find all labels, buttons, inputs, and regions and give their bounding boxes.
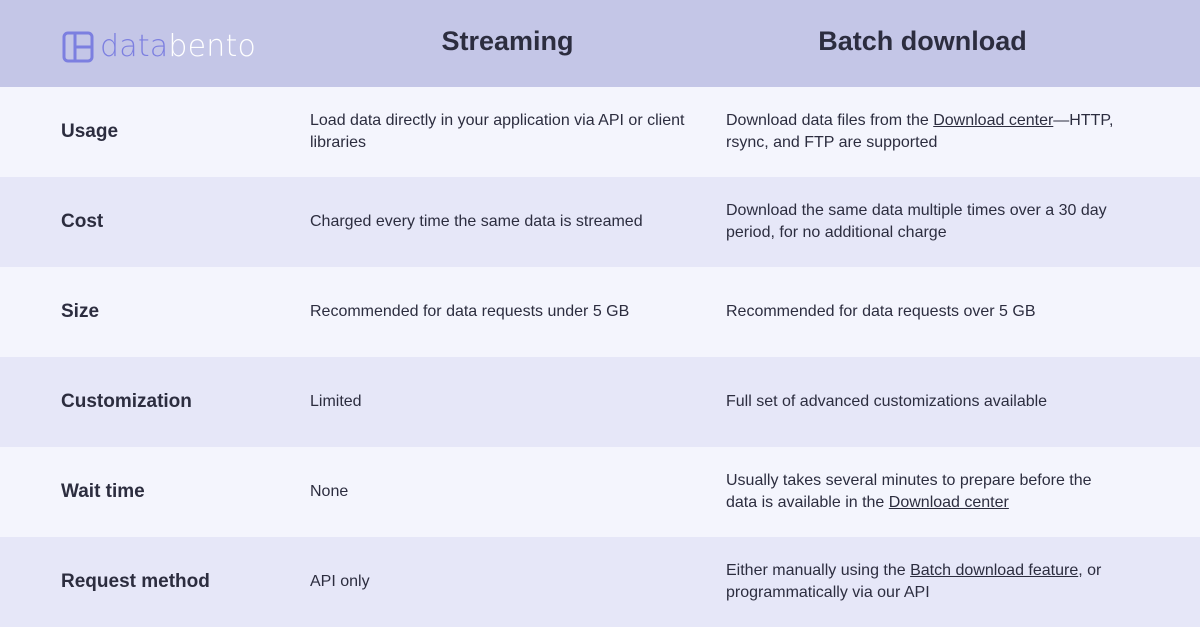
batch-cell: Recommended for data requests over 5 GB <box>726 267 1126 357</box>
cell-text: Either manually using the Batch download… <box>726 560 1126 604</box>
table-row: Wait time None Usually takes several min… <box>0 447 1200 537</box>
streaming-cell: API only <box>310 537 690 627</box>
logo-text-data: data <box>100 29 169 64</box>
cell-text: Download the same data multiple times ov… <box>726 202 1107 241</box>
cell-text: Download data files from the Download ce… <box>726 110 1126 154</box>
table-row: Customization Limited Full set of advanc… <box>0 357 1200 447</box>
row-label: Customization <box>61 391 192 412</box>
cell-text: Usually takes several minutes to prepare… <box>726 470 1126 514</box>
table-header: databento Streaming Batch download <box>0 0 1200 87</box>
streaming-cell: Charged every time the same data is stre… <box>310 177 690 267</box>
batch-cell: Download the same data multiple times ov… <box>726 177 1126 267</box>
table-body: Usage Load data directly in your applica… <box>0 87 1200 627</box>
databento-logo: databento <box>62 31 256 63</box>
cell-text: API only <box>310 573 370 590</box>
row-label: Size <box>61 301 100 322</box>
streaming-cell: Limited <box>310 357 690 447</box>
cell-text-part: Download data files from the <box>726 112 934 129</box>
batch-cell: Either manually using the Batch download… <box>726 537 1126 627</box>
table-row: Request method API only Either manually … <box>0 537 1200 627</box>
cell-text: Limited <box>310 393 362 410</box>
table-row: Size Recommended for data requests under… <box>0 267 1200 357</box>
table-row: Usage Load data directly in your applica… <box>0 87 1200 177</box>
batch-download-feature-link[interactable]: Batch download feature <box>910 562 1078 579</box>
cell-text: Recommended for data requests under 5 GB <box>310 303 630 320</box>
streaming-cell: None <box>310 447 690 537</box>
row-label: Cost <box>61 211 104 232</box>
logo-wordmark: databento <box>100 32 256 62</box>
cell-text-part: Either manually using the <box>726 562 911 579</box>
batch-cell: Usually takes several minutes to prepare… <box>726 447 1126 537</box>
batch-cell: Download data files from the Download ce… <box>726 87 1126 177</box>
column-header-batch-download: Batch download <box>818 26 1027 56</box>
row-label: Request method <box>61 571 210 592</box>
cell-text: Recommended for data requests over 5 GB <box>726 303 1036 320</box>
cell-text: None <box>310 483 349 500</box>
streaming-cell: Load data directly in your application v… <box>310 87 690 177</box>
row-label: Usage <box>61 121 119 142</box>
download-center-link[interactable]: Download center <box>933 112 1053 129</box>
cell-text: Full set of advanced customizations avai… <box>726 393 1048 410</box>
download-center-link[interactable]: Download center <box>889 494 1009 511</box>
logo-text-bento: bento <box>168 29 257 64</box>
comparison-table: databento Streaming Batch download Usage… <box>0 0 1200 627</box>
cell-text: Charged every time the same data is stre… <box>310 213 643 230</box>
cell-text: Load data directly in your application v… <box>310 112 685 151</box>
batch-cell: Full set of advanced customizations avai… <box>726 357 1126 447</box>
row-label: Wait time <box>61 481 145 502</box>
table-row: Cost Charged every time the same data is… <box>0 177 1200 267</box>
column-header-streaming: Streaming <box>441 26 574 56</box>
databento-logo-icon <box>62 31 94 63</box>
streaming-cell: Recommended for data requests under 5 GB <box>310 267 690 357</box>
